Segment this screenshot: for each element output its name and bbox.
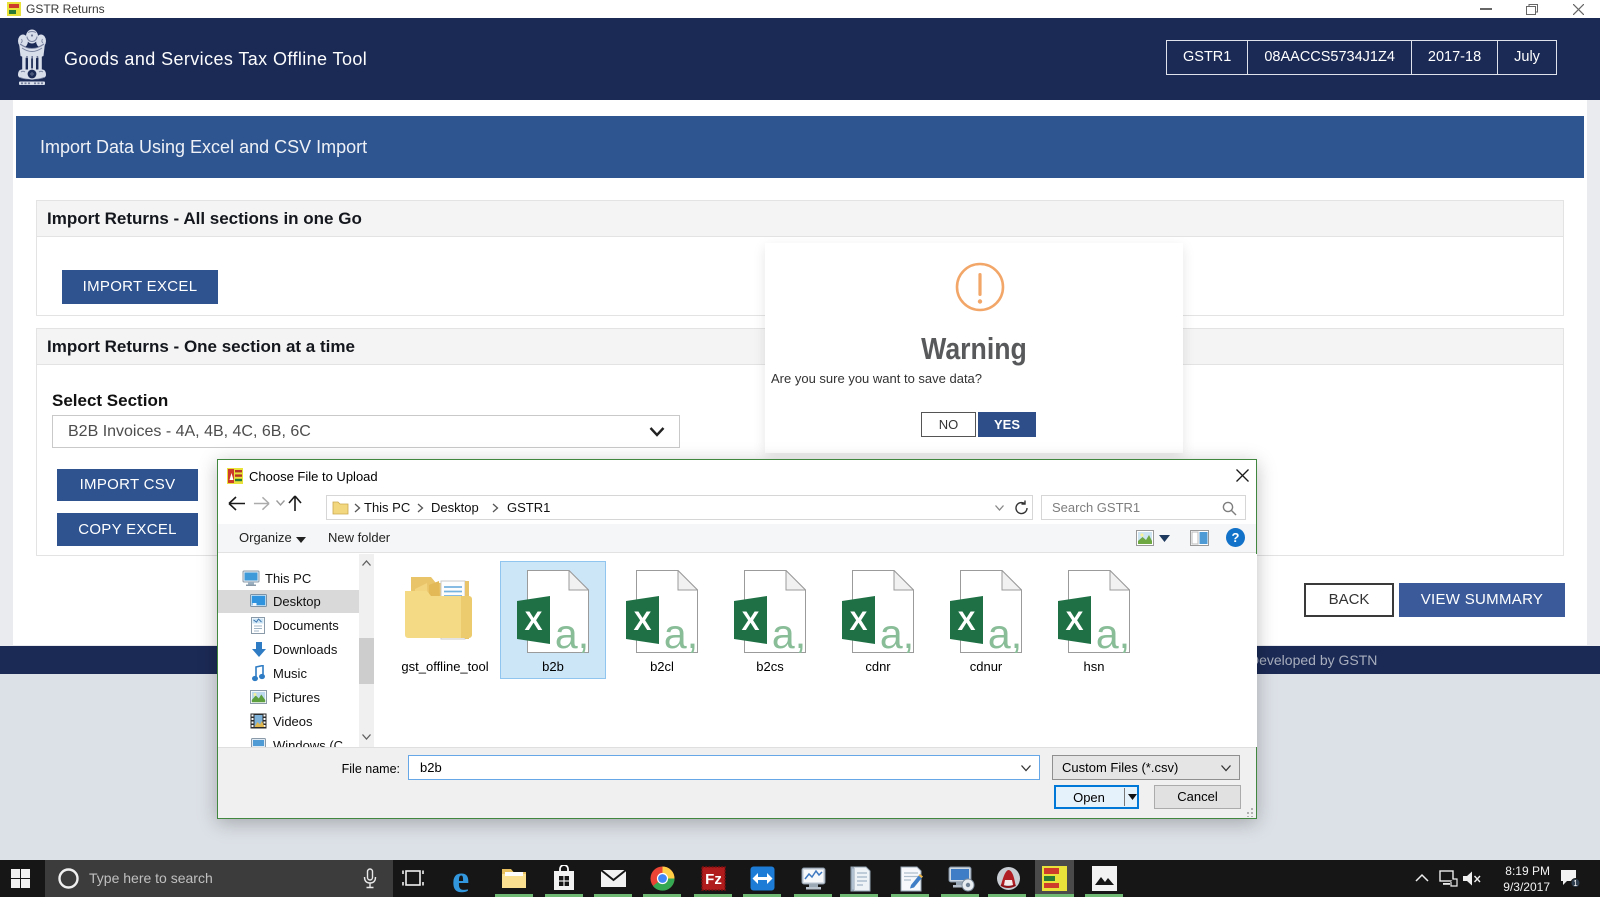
svg-text:Fz: Fz: [705, 871, 722, 888]
svg-text:?: ?: [1232, 530, 1240, 545]
svg-text:1: 1: [1573, 879, 1578, 888]
